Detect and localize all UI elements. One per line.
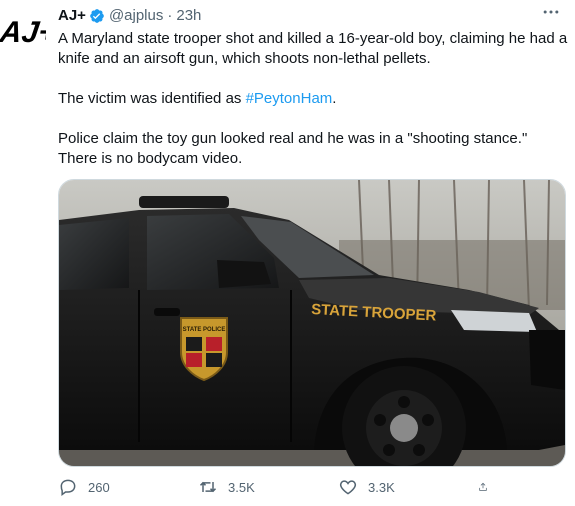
author-name[interactable]: AJ+ xyxy=(58,6,86,26)
tweet-time[interactable]: 23h xyxy=(176,6,201,26)
state-police-seal: STATE POLICE xyxy=(180,317,228,382)
tweet-header: AJ+ @ajplus · 23h xyxy=(58,6,565,26)
author-handle[interactable]: @ajplus xyxy=(109,6,163,26)
avatar[interactable]: AJ+ xyxy=(0,6,58,52)
reply-button[interactable]: 260 xyxy=(58,477,158,497)
tweet-paragraph-3: Police claim the toy gun looked real and… xyxy=(58,130,528,167)
like-icon xyxy=(339,480,357,495)
verified-icon xyxy=(89,8,105,24)
share-icon xyxy=(479,482,487,491)
reply-count: 260 xyxy=(88,479,110,495)
retweet-button[interactable]: 3.5K xyxy=(198,477,298,497)
tweet-actions: 260 3.5K 3.3K xyxy=(58,476,498,498)
more-icon[interactable] xyxy=(539,2,563,22)
avatar-logo-text: AJ+ xyxy=(0,16,46,49)
tweet-paragraph-2-prefix: The victim was identified as xyxy=(58,90,246,107)
like-button[interactable]: 3.3K xyxy=(338,477,438,497)
tweet-paragraph-1: A Maryland state trooper shot and killed… xyxy=(58,30,568,67)
tweet-text: A Maryland state trooper shot and killed… xyxy=(58,29,568,169)
retweet-icon xyxy=(199,481,217,493)
tweet-media-image[interactable]: STATE TROOPER STATE POLICE xyxy=(58,179,566,467)
reply-icon xyxy=(60,479,76,496)
hashtag-link[interactable]: #PeytonHam xyxy=(246,90,333,107)
share-button[interactable] xyxy=(478,477,498,497)
tweet-paragraph-2-suffix: . xyxy=(332,90,337,107)
separator-dot: · xyxy=(167,7,173,24)
seal-text: STATE POLICE xyxy=(183,327,226,333)
like-count: 3.3K xyxy=(368,479,395,495)
retweet-count: 3.5K xyxy=(228,479,255,495)
tweet-paragraph-2: The victim was identified as #PeytonHam. xyxy=(58,89,568,109)
